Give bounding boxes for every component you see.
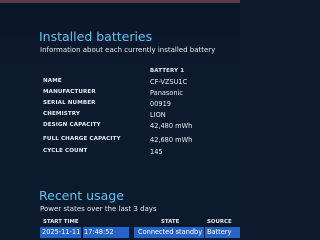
battery-row-value: CF-VZSU1C: [150, 77, 188, 86]
recent-usage-title: Recent usage: [39, 188, 124, 203]
recent-usage-table: START TIME STATE SOURCE 2025-11-11 17:48…: [0, 218, 240, 240]
start-time-column-header: START TIME: [43, 219, 79, 225]
battery-column-header: BATTERY 1: [150, 68, 185, 74]
battery-row-label: NAME: [43, 78, 62, 84]
usage-row-time: 17:48:52: [83, 227, 129, 238]
battery-report-page: Installed batteries Information about ea…: [0, 0, 240, 240]
battery-row-value: 145: [150, 147, 163, 156]
usage-row-state: Connected standby: [134, 227, 204, 238]
battery-row-manufacturer: MANUFACTURER Panasonic: [43, 89, 240, 99]
battery-row-serial-number: SERIAL NUMBER 00919: [43, 100, 240, 110]
battery-row-label: SERIAL NUMBER: [43, 100, 96, 106]
battery-row-value: LION: [150, 110, 166, 119]
usage-row-date: 2025-11-11: [40, 227, 81, 238]
battery-row-full-charge-capacity: FULL CHARGE CAPACITY 42,680 mWh: [43, 136, 240, 146]
battery-row-chemistry: CHEMISTRY LION: [43, 111, 240, 121]
usage-row-source: Battery: [205, 227, 240, 238]
battery-row-value: 42,480 mWh: [150, 121, 193, 130]
battery-row-label: DESIGN CAPACITY: [43, 122, 101, 128]
battery-row-design-capacity: DESIGN CAPACITY 42,480 mWh: [43, 122, 240, 132]
battery-row-value: 00919: [150, 99, 171, 108]
top-divider: [0, 0, 240, 3]
battery-row-value: Panasonic: [150, 88, 184, 97]
table-row[interactable]: 2025-11-11 17:48:52 Connected standby Ba…: [0, 227, 240, 238]
battery-row-label: CHEMISTRY: [43, 111, 81, 117]
battery-row-name: NAME CF-VZSU1C: [43, 78, 240, 88]
battery-row-cycle-count: CYCLE COUNT 145: [43, 148, 240, 158]
installed-batteries-subtitle: Information about each currently install…: [40, 46, 216, 54]
battery-row-value: 42,680 mWh: [150, 135, 193, 144]
battery-row-label: MANUFACTURER: [43, 89, 96, 95]
installed-batteries-title: Installed batteries: [39, 29, 153, 44]
recent-usage-subtitle: Power states over the last 3 days: [40, 205, 157, 213]
state-column-header: STATE: [161, 219, 180, 225]
source-column-header: SOURCE: [207, 219, 232, 225]
battery-row-label: CYCLE COUNT: [43, 148, 88, 154]
battery-row-label: FULL CHARGE CAPACITY: [43, 136, 121, 142]
